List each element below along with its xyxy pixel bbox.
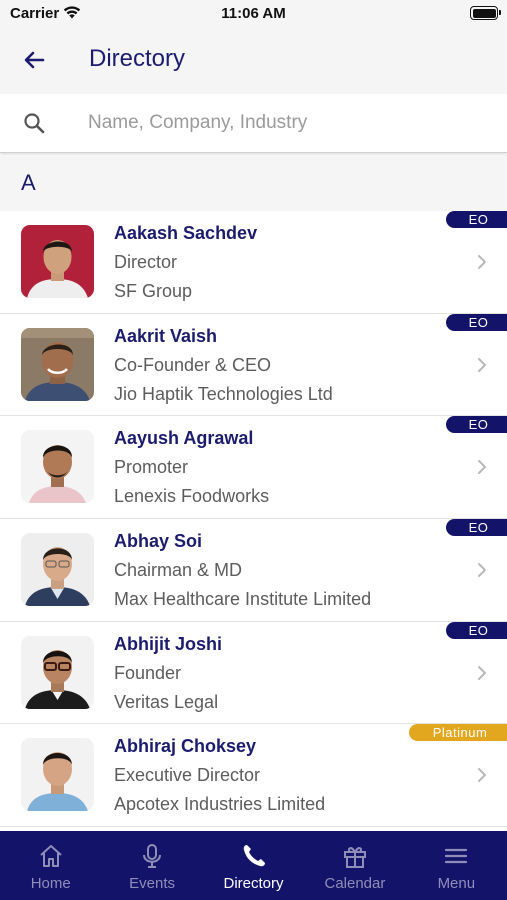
menu-icon	[445, 848, 468, 864]
microphone-icon	[143, 844, 162, 868]
chevron-right-icon	[478, 563, 486, 578]
person-title: Director	[114, 252, 178, 272]
avatar	[21, 225, 94, 298]
person-title: Co-Founder & CEO	[114, 354, 272, 375]
directory-row[interactable]: Aakrit Vaish Co-Founder & CEO Jio Haptik…	[0, 313, 507, 417]
chevron-right-icon	[478, 460, 486, 475]
membership-badge: EO	[446, 519, 507, 537]
section-header: A	[0, 155, 507, 211]
person-name: Abhay Soi	[114, 531, 203, 552]
chevron-right-icon	[478, 255, 486, 269]
person-company: Jio Haptik Technologies Ltd	[114, 383, 333, 404]
person-title: Promoter	[114, 457, 189, 478]
directory-row[interactable]: Aayush Agrawal Promoter Lenexis Foodwork…	[0, 416, 507, 520]
membership-badge: EO	[446, 416, 507, 434]
chevron-right-icon	[478, 357, 486, 372]
tab-label: Calendar	[324, 875, 386, 892]
person-name: Abhijit Joshi	[114, 633, 222, 654]
battery-icon	[470, 6, 501, 20]
back-arrow-icon[interactable]	[18, 46, 52, 74]
directory-row[interactable]: Abhijit Joshi Founder Veritas Legal EO	[0, 621, 507, 725]
chevron-right-icon	[478, 768, 486, 783]
person-company: Veritas Legal	[114, 691, 219, 712]
avatar	[21, 738, 94, 812]
tab-label: Home	[30, 875, 71, 892]
search-input[interactable]	[88, 106, 488, 140]
tab-bar: Home Events Directory Calendar Menu	[0, 831, 507, 900]
avatar	[21, 327, 94, 401]
person-name: Aakash Sachdev	[114, 223, 258, 243]
home-icon	[40, 845, 62, 867]
person-title: Founder	[114, 662, 182, 683]
tab-calendar[interactable]: Calendar	[304, 831, 405, 900]
person-company: Lenexis Foodworks	[114, 486, 270, 507]
avatar	[21, 635, 94, 709]
membership-badge: EO	[446, 211, 507, 228]
membership-badge: Platinum	[409, 724, 507, 742]
avatar	[21, 533, 94, 607]
avatar	[21, 430, 94, 504]
person-company: Max Healthcare Institute Limited	[114, 589, 372, 610]
directory-list: Aakash Sachdev Director SF Group EO Aakr…	[0, 211, 507, 828]
tab-label: Events	[129, 875, 176, 892]
navigation-bar: Directory	[0, 28, 507, 94]
gift-icon	[343, 847, 366, 868]
clock-label: 11:06 AM	[221, 5, 286, 22]
person-title: Executive Director	[114, 765, 261, 786]
person-name: Aayush Agrawal	[114, 428, 254, 449]
person-company: SF Group	[114, 281, 193, 301]
tab-label: Menu	[437, 875, 476, 892]
status-bar: Carrier 11:06 AM	[0, 0, 507, 28]
tab-events[interactable]: Events	[101, 831, 202, 900]
page-title: Directory	[89, 45, 186, 72]
person-company: Apcotex Industries Limited	[114, 794, 326, 815]
directory-row[interactable]: Abhay Soi Chairman & MD Max Healthcare I…	[0, 519, 507, 622]
phone-icon	[243, 845, 265, 867]
tab-directory[interactable]: Directory	[203, 831, 304, 900]
tab-home[interactable]: Home	[0, 831, 101, 900]
directory-row[interactable]: Aakash Sachdev Director SF Group EO	[0, 211, 507, 314]
tab-label: Directory	[223, 875, 284, 892]
search-bar	[0, 94, 507, 153]
membership-badge: EO	[446, 313, 507, 331]
person-name: Abhiraj Choksey	[114, 736, 257, 757]
section-letter: A	[21, 170, 36, 195]
membership-badge: EO	[446, 621, 507, 639]
tab-menu[interactable]: Menu	[406, 831, 507, 900]
search-icon	[24, 113, 45, 134]
directory-row[interactable]: Abhiraj Choksey Executive Director Apcot…	[0, 724, 507, 828]
chevron-right-icon	[478, 665, 486, 680]
person-name: Aakrit Vaish	[114, 325, 218, 346]
person-title: Chairman & MD	[114, 560, 243, 581]
